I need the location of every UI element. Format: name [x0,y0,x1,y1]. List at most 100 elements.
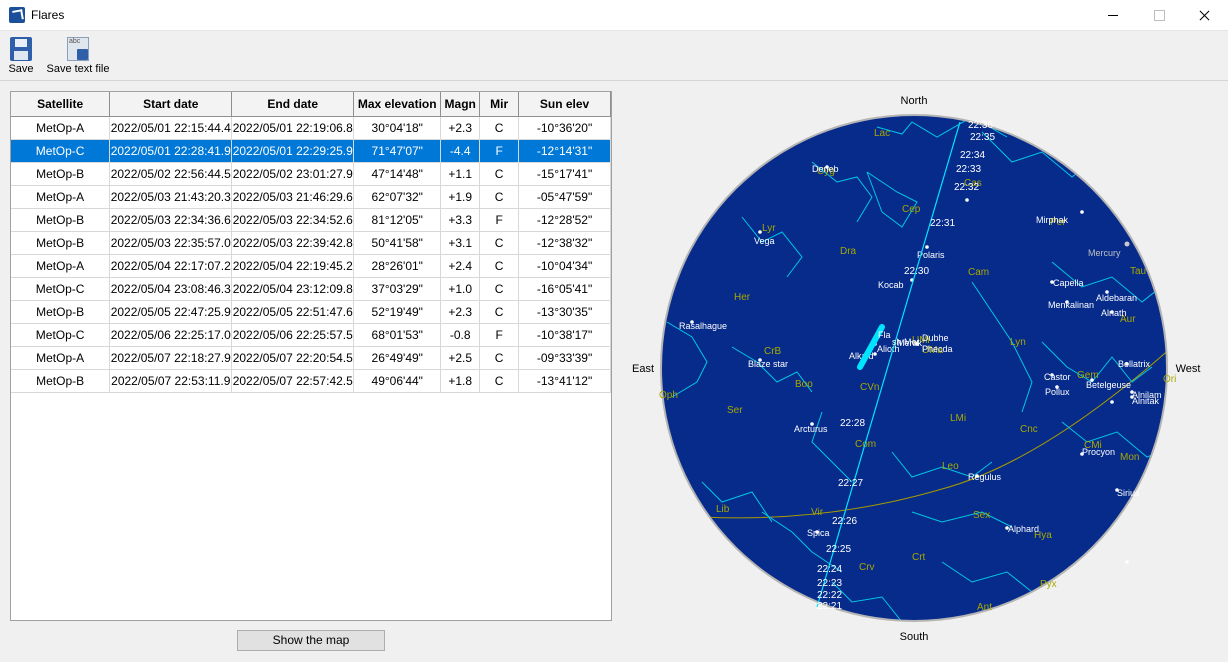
track-time-label: 22:33 [956,164,981,175]
star-label: Kocab [878,280,904,290]
planet-label: Mercury [1088,248,1121,258]
column-header[interactable]: Magn [440,92,481,117]
constellation-label: Ant [977,602,992,613]
track-time-label: 22:35 [970,132,995,143]
constellation-label: Vir [811,507,824,518]
save-text-label: Save text file [46,63,110,75]
save-label: Save [8,63,34,75]
table-cell: -10°36'20" [518,116,611,140]
table-cell: -13°30'35" [518,300,611,324]
table-cell: 2022/05/01 22:19:06.8 [231,116,355,140]
table-cell: MetOp-A [11,185,111,209]
column-header[interactable]: Sun elev [518,92,611,117]
star-label: Regulus [968,472,1002,482]
table-cell: -0.8 [440,323,481,347]
table-cell: MetOp-C [11,323,111,347]
table-cell: +1.9 [440,185,481,209]
star-label: Betelgeuse [1086,380,1131,390]
sky-map[interactable]: Lac Cyg Lyr Cep Dra Cas Per Tau Her Cam UMi Lyn CrB B… [612,82,1228,660]
star-label: Alphard [1008,524,1039,534]
table-cell: 30°04'18" [353,116,442,140]
table-cell: C [479,254,520,278]
column-header[interactable]: End date [231,92,355,117]
constellation-label: Her [734,292,751,303]
table-cell: MetOp-A [11,254,111,278]
table-cell: -05°47'59" [518,185,611,209]
table-cell: -10°38'17" [518,323,611,347]
save-text-file-button[interactable]: Save text file [44,35,112,79]
table-cell: C [479,185,520,209]
table-cell: 2022/05/01 22:28:41.9 [109,139,233,163]
constellation-label: Sex [973,510,990,521]
star-label: Bellatrix [1118,359,1151,369]
track-time-label: 22:21 [817,601,842,612]
column-header[interactable]: Start date [109,92,233,117]
table-cell: 2022/05/02 23:01:27.9 [231,162,355,186]
table-cell: MetOp-B [11,300,111,324]
star-label: Menkalinan [1048,300,1094,310]
table-cell: C [479,116,520,140]
column-header[interactable]: Max elevation [353,92,442,117]
constellation-label: Cam [968,267,989,278]
track-time-label: 22:36 [968,120,993,131]
table-row[interactable]: MetOp-B 2022/05/07 22:53:11.9 2022/05/07 2… [11,369,611,393]
track-time-label: 22:28 [840,418,865,429]
star-label: Procyon [1082,447,1115,457]
table-cell: 50°41'58" [353,231,442,255]
minimize-button[interactable] [1090,0,1136,31]
star-label: Dubhe [922,333,949,343]
table-row[interactable]: MetOp-A 2022/05/04 22:17:07.2 2022/05/04 2… [11,254,611,278]
table-cell: +3.1 [440,231,481,255]
column-header[interactable]: Satellite [11,92,111,117]
table-cell: -12°38'32" [518,231,611,255]
constellation-label: Boo [795,379,813,390]
table-row[interactable]: MetOp-A 2022/05/01 22:15:44.4 2022/05/01 2… [11,116,611,140]
table-cell: 2022/05/06 22:25:57.5 [231,323,355,347]
direction-south-label: South [900,631,929,643]
star [1080,210,1084,214]
table-row[interactable]: MetOp-B 2022/05/03 22:35:57.0 2022/05/03 2… [11,231,611,255]
constellation-label: Lac [874,128,890,139]
star-label: Phecda [922,344,953,354]
flares-table[interactable]: Satellite Start date End date Max elevation… [10,91,612,621]
show-map-button[interactable]: Show the map [237,630,385,651]
table-cell: 2022/05/07 22:20:54.5 [231,346,355,370]
table-cell: 68°01'53" [353,323,442,347]
constellation-label: CVn [860,382,879,393]
table-cell: -4.4 [440,139,481,163]
table-row[interactable]: MetOp-C 2022/05/06 22:25:17.0 2022/05/06 2… [11,323,611,347]
track-time-label: 22:26 [832,516,857,527]
table-cell: +1.1 [440,162,481,186]
star-label: Alnath [1101,308,1127,318]
table-cell: F [479,208,520,232]
table-cell: +2.5 [440,346,481,370]
table-cell: +1.8 [440,369,481,393]
table-cell: 2022/05/05 22:51:47.6 [231,300,355,324]
table-row[interactable]: MetOp-C 2022/05/04 23:08:46.3 2022/05/04 2… [11,277,611,301]
save-button[interactable]: Save [6,35,36,79]
table-cell: C [479,300,520,324]
close-button[interactable] [1182,0,1228,31]
table-cell: C [479,231,520,255]
table-cell: 2022/05/03 22:34:52.6 [231,208,355,232]
table-cell: 26°49'49" [353,346,442,370]
table-cell: 81°12'05" [353,208,442,232]
track-time-label: 22:22 [817,590,842,601]
table-cell: MetOp-C [11,277,111,301]
table-cell: F [479,139,520,163]
floppy-disk-icon [10,37,32,61]
table-row[interactable]: MetOp-A 2022/05/07 22:18:27.9 2022/05/07 2… [11,346,611,370]
table-row[interactable]: MetOp-B 2022/05/02 22:56:44.5 2022/05/02 2… [11,162,611,186]
table-cell: 62°07'32" [353,185,442,209]
table-row[interactable]: MetOp-A 2022/05/03 21:43:20.3 2022/05/03 2… [11,185,611,209]
table-cell: MetOp-B [11,231,111,255]
column-header[interactable]: Mir [479,92,520,117]
table-cell: C [479,162,520,186]
star [925,245,929,249]
maximize-button[interactable] [1136,0,1182,31]
table-row[interactable]: MetOp-C 2022/05/01 22:28:41.9 2022/05/01 2… [11,139,611,163]
table-row[interactable]: MetOp-B 2022/05/05 22:47:25.9 2022/05/05 2… [11,300,611,324]
table-cell: 71°47'07" [353,139,442,163]
star-label: Sirius [1117,488,1140,498]
table-row[interactable]: MetOp-B 2022/05/03 22:34:36.6 2022/05/03 2… [11,208,611,232]
